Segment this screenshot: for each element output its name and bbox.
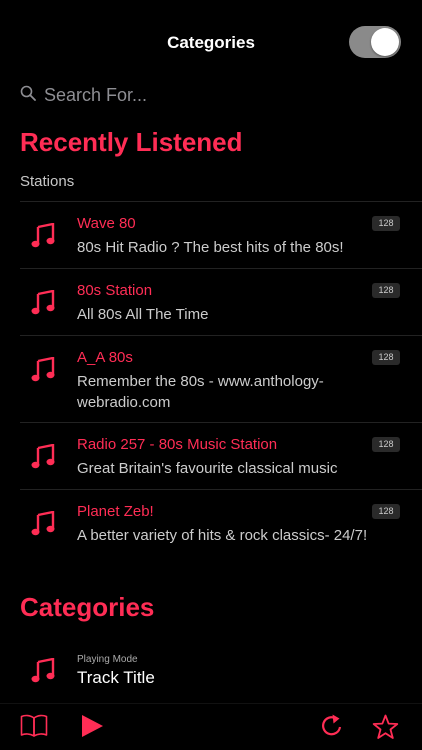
header: Categories <box>0 0 422 86</box>
music-note-icon <box>31 223 55 248</box>
music-note-icon <box>31 290 55 315</box>
categories-title: Categories <box>20 592 155 622</box>
bitrate-badge: 128 <box>372 283 400 298</box>
music-note-icon <box>31 357 55 382</box>
refresh-icon[interactable] <box>320 714 344 738</box>
station-description: All 80s All The Time <box>77 306 209 323</box>
station-description: A better variety of hits & rock classics… <box>77 527 368 544</box>
station-description: Remember the 80s - www.anthology-webradi… <box>77 373 324 411</box>
toggle-knob <box>371 28 399 56</box>
music-note-icon <box>31 444 55 469</box>
station-name: A_A 80s <box>77 349 133 366</box>
search-bar <box>20 80 400 110</box>
bitrate-badge: 128 <box>372 437 400 452</box>
bitrate-badge: 128 <box>372 216 400 231</box>
search-icon <box>20 85 36 101</box>
track-title: Track Title <box>77 668 155 687</box>
station-row[interactable]: Planet Zeb! A better variety of hits & r… <box>20 489 422 556</box>
music-note-icon <box>31 511 55 536</box>
station-list: Wave 80 80s Hit Radio ? The best hits of… <box>20 201 422 556</box>
book-icon[interactable] <box>20 714 48 738</box>
station-description: 80s Hit Radio ? The best hits of the 80s… <box>77 239 344 256</box>
bitrate-badge: 128 <box>372 504 400 519</box>
station-name: 80s Station <box>77 282 153 299</box>
play-icon[interactable] <box>80 714 104 738</box>
station-row[interactable]: Wave 80 80s Hit Radio ? The best hits of… <box>20 201 422 268</box>
tab-bar <box>0 703 422 750</box>
now-playing-row[interactable]: Playing Mode Track Title <box>20 648 422 698</box>
mode-toggle[interactable] <box>349 26 401 58</box>
station-name: Radio 257 - 80s Music Station <box>77 436 278 453</box>
station-row[interactable]: Radio 257 - 80s Music Station Great Brit… <box>20 422 422 489</box>
search-input[interactable] <box>42 80 396 110</box>
stations-subtitle: Stations <box>20 173 75 190</box>
recently-listened-title: Recently Listened <box>20 127 243 157</box>
star-icon[interactable] <box>372 714 399 740</box>
music-note-icon <box>31 658 55 683</box>
bitrate-badge: 128 <box>372 350 400 365</box>
station-row[interactable]: 80s Station All 80s All The Time 128 <box>20 268 422 335</box>
station-name: Wave 80 <box>77 215 136 232</box>
station-name: Planet Zeb! <box>77 503 154 520</box>
station-description: Great Britain's favourite classical musi… <box>77 460 338 477</box>
station-row[interactable]: A_A 80s Remember the 80s - www.anthology… <box>20 335 422 422</box>
playing-mode-label: Playing Mode <box>77 654 138 665</box>
